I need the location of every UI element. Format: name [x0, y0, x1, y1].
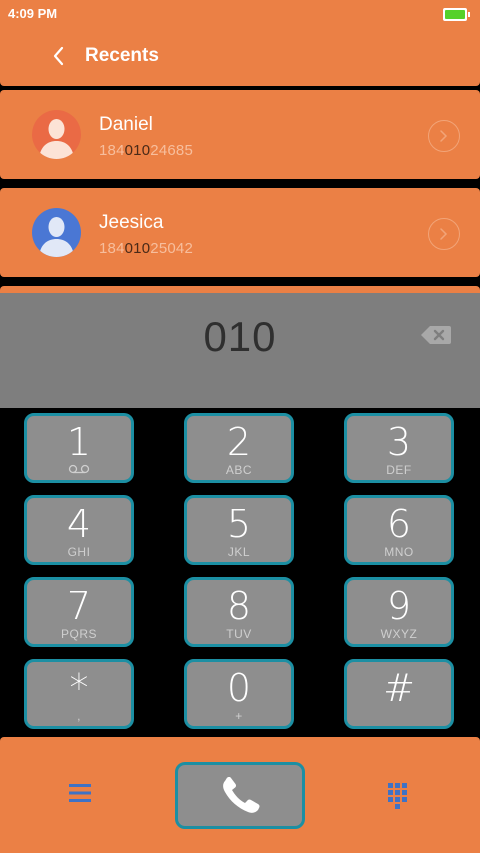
status-time: 4:09 PM	[8, 6, 58, 21]
key-3[interactable]: 3 DEF	[344, 413, 454, 483]
number-suffix: 25042	[150, 240, 193, 257]
key-digit: 4	[66, 502, 92, 546]
app-header	[0, 0, 480, 86]
chevron-right-icon	[440, 130, 448, 142]
voicemail-icon	[27, 463, 131, 477]
contact-name: Daniel	[99, 114, 153, 135]
back-button[interactable]	[50, 44, 72, 68]
key-2[interactable]: 2 ABC	[184, 413, 294, 483]
contact-name: Jeesica	[99, 212, 164, 233]
key-digit: 3	[386, 420, 412, 464]
contact-detail-button[interactable]	[428, 120, 460, 152]
key-star[interactable]: * ,	[24, 659, 134, 729]
contact-detail-button[interactable]	[428, 218, 460, 250]
backspace-icon	[421, 326, 451, 344]
key-9[interactable]: 9 WXYZ	[344, 577, 454, 647]
key-digit: 5	[226, 502, 252, 546]
contact-number: 18401025042	[99, 240, 193, 257]
key-letters: DEF	[386, 463, 412, 477]
key-digit: *	[69, 666, 89, 710]
battery-icon	[443, 8, 470, 21]
key-digit: 9	[386, 584, 412, 628]
dialpad-icon	[388, 783, 407, 809]
key-letters: MNO	[384, 545, 414, 559]
key-letters: ABC	[225, 463, 253, 477]
key-5[interactable]: 5 JKL	[184, 495, 294, 565]
number-match-highlight: 010	[124, 240, 151, 257]
chevron-left-icon	[53, 46, 64, 66]
key-7[interactable]: 7 PQRS	[24, 577, 134, 647]
number-prefix: 184	[99, 240, 125, 257]
avatar	[32, 110, 81, 159]
dialed-number: 010	[203, 313, 277, 360]
key-letters: GHI	[67, 545, 91, 559]
phone-icon	[223, 777, 260, 813]
avatar	[32, 208, 81, 257]
key-digit: #	[383, 666, 415, 710]
chevron-right-icon	[440, 228, 448, 240]
key-letters: JKL	[227, 545, 251, 559]
key-4[interactable]: 4 GHI	[24, 495, 134, 565]
key-8[interactable]: 8 TUV	[184, 577, 294, 647]
recent-contact-row[interactable]: Jeesica 18401025042	[0, 188, 480, 277]
key-letters: +	[235, 709, 243, 723]
key-letters: TUV	[226, 627, 252, 641]
page-title: Recents	[85, 45, 159, 66]
key-digit: 0	[226, 666, 252, 710]
key-digit: 6	[386, 502, 412, 546]
recent-contact-row[interactable]: Daniel 18401024685	[0, 90, 480, 179]
key-digit: 2	[226, 420, 252, 464]
backspace-button[interactable]	[420, 324, 452, 346]
menu-icon	[69, 784, 91, 802]
key-digit: 1	[66, 420, 92, 464]
call-button[interactable]	[175, 762, 305, 829]
key-digit: 7	[66, 584, 92, 628]
key-0[interactable]: 0 +	[184, 659, 294, 729]
number-prefix: 184	[99, 142, 125, 159]
number-match-highlight: 010	[124, 142, 151, 159]
key-letters: ,	[77, 709, 81, 723]
key-letters: WXYZ	[380, 627, 418, 641]
number-suffix: 24685	[150, 142, 193, 159]
key-hash[interactable]: #	[344, 659, 454, 729]
dialpad-button[interactable]	[386, 781, 414, 809]
key-1[interactable]: 1	[24, 413, 134, 483]
key-digit: 8	[226, 584, 252, 628]
key-6[interactable]: 6 MNO	[344, 495, 454, 565]
contact-number: 18401024685	[99, 142, 193, 159]
key-letters: PQRS	[60, 627, 97, 641]
menu-button[interactable]	[66, 780, 94, 806]
